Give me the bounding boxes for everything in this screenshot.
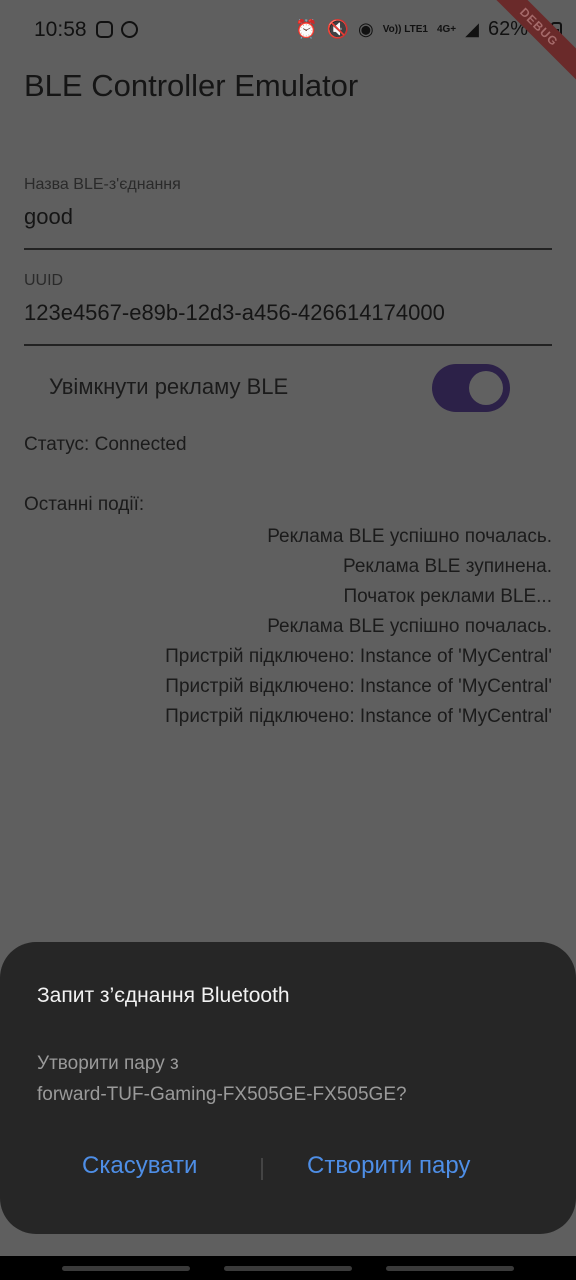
volte-icon: Vo)) LTE1 [382, 23, 428, 35]
nav-home-handle[interactable] [224, 1266, 352, 1271]
event-item: Реклама BLE успішно почалась. [267, 616, 552, 637]
status-time: 10:58 [34, 18, 87, 41]
sync-icon [121, 21, 138, 38]
status-left-icons [96, 21, 138, 38]
dialog-device-name: forward-TUF-Gaming-FX505GE-FX505GE? [37, 1084, 407, 1105]
mute-icon: 🔇 [326, 19, 350, 39]
events-title: Останні події: [24, 494, 145, 515]
event-item: Реклама BLE зупинена. [343, 556, 552, 577]
uuid-field-label: UUID [24, 272, 64, 289]
button-divider [261, 1158, 263, 1180]
signal-icon: ◢ [465, 19, 479, 39]
name-field[interactable]: Назва BLE-з'єднання good [24, 176, 552, 250]
event-item: Пристрій підключено: Instance of 'MyCent… [165, 706, 552, 727]
nav-recents-handle[interactable] [386, 1266, 514, 1271]
advertising-switch-label: Увімкнути рекламу BLE [49, 374, 289, 399]
status-right-icons: ⏰ 🔇 ◉ Vo)) LTE1 4G+ ◢ 62% [295, 18, 528, 41]
event-item: Пристрій підключено: Instance of 'MyCent… [165, 646, 552, 667]
advertising-switch[interactable] [432, 364, 510, 412]
nav-back-handle[interactable] [62, 1266, 190, 1271]
status-bar: 10:58 ⏰ 🔇 ◉ Vo)) LTE1 4G+ ◢ 62% [0, 0, 576, 60]
uuid-field-value[interactable]: 123e4567-e89b-12d3-a456-426614174000 [24, 300, 552, 326]
event-item: Початок реклами BLE... [343, 586, 552, 607]
status-text: Статус: Connected [24, 434, 187, 455]
dialog-body-line: Утворити пару з [37, 1053, 179, 1074]
pair-button[interactable]: Створити пару [307, 1152, 470, 1180]
cancel-button[interactable]: Скасувати [82, 1152, 197, 1180]
events-list: Реклама BLE успішно почалась. Реклама BL… [24, 522, 552, 732]
alarm-icon: ⏰ [295, 19, 318, 39]
dialog-title: Запит з’єднання Bluetooth [37, 984, 290, 1007]
app-title: BLE Controller Emulator [24, 68, 359, 103]
hotspot-icon: ◉ [358, 19, 374, 39]
bluetooth-pairing-dialog: Запит з’єднання Bluetooth Утворити пару … [0, 942, 576, 1234]
event-item: Пристрій відключено: Instance of 'MyCent… [165, 676, 552, 697]
switch-knob [469, 371, 503, 405]
navigation-bar [0, 1256, 576, 1280]
uuid-field[interactable]: UUID 123e4567-e89b-12d3-a456-42661417400… [24, 272, 552, 346]
name-field-underline [24, 248, 552, 250]
4g-icon: 4G+ [436, 23, 457, 35]
name-field-label: Назва BLE-з'єднання [24, 176, 181, 193]
dialog-body: Утворити пару з forward-TUF-Gaming-FX505… [37, 1048, 537, 1110]
notification-icon [96, 21, 113, 38]
uuid-field-underline [24, 344, 552, 346]
event-item: Реклама BLE успішно почалась. [267, 526, 552, 547]
name-field-value[interactable]: good [24, 204, 552, 230]
